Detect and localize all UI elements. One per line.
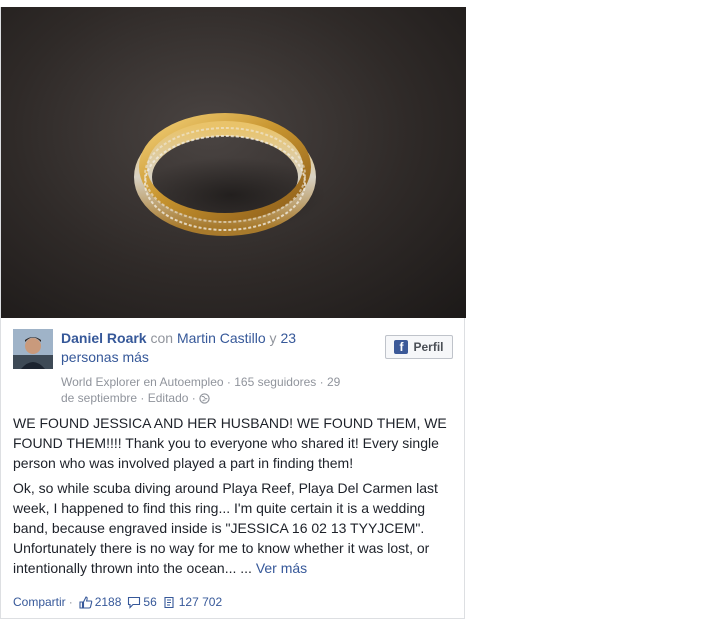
followers-count: 165 seguidores: [234, 375, 317, 389]
in-word: en: [143, 375, 157, 389]
shares-count: 127 702: [178, 595, 223, 609]
see-more-link[interactable]: Ver más: [256, 560, 307, 576]
ellipsis: ...: [240, 560, 252, 576]
post-paragraph-1: WE FOUND JESSICA AND HER HUSBAND! WE FOU…: [13, 415, 447, 471]
thumbs-up-icon: [79, 595, 92, 609]
profile-button-label: Perfil: [413, 340, 444, 354]
globe-icon: [199, 392, 210, 408]
post-meta: World Explorer en Autoempleo · 165 segui…: [61, 374, 351, 408]
comment-icon: [128, 596, 141, 609]
page-name[interactable]: World Explorer: [61, 375, 140, 389]
comments-count: 56: [143, 595, 157, 609]
shares-stat[interactable]: 127 702: [163, 595, 222, 609]
with-word: con: [150, 330, 174, 346]
likes-stat[interactable]: 2188: [79, 595, 122, 609]
likes-count: 2188: [94, 595, 122, 609]
and-word: y: [269, 330, 277, 346]
post-footer: Compartir · 2188 56 127 702: [13, 595, 223, 609]
tagged-person[interactable]: Martin Castillo: [177, 330, 266, 346]
edited-label[interactable]: Editado: [148, 391, 189, 405]
post-photo[interactable]: [1, 7, 466, 318]
post-body: WE FOUND JESSICA AND HER HUSBAND! WE FOU…: [13, 413, 456, 583]
profile-button[interactable]: f Perfil: [385, 335, 453, 359]
post-attribution: Daniel Roark con Martin Castillo y 23 pe…: [61, 329, 351, 367]
post-card: Daniel Roark con Martin Castillo y 23 pe…: [0, 7, 466, 619]
author-name[interactable]: Daniel Roark: [61, 330, 147, 346]
share-icon: [164, 596, 174, 608]
avatar[interactable]: [13, 329, 53, 369]
post-header: Daniel Roark con Martin Castillo y 23 pe…: [13, 329, 454, 409]
gold-ring-image: [134, 113, 326, 236]
page-category[interactable]: Autoempleo: [160, 375, 224, 389]
comments-stat[interactable]: 56: [127, 595, 157, 609]
post-paragraph-2-text: Ok, so while scuba diving around Playa R…: [13, 480, 438, 576]
post-paragraph-2: Ok, so while scuba diving around Playa R…: [13, 478, 456, 578]
share-link[interactable]: Compartir: [13, 595, 66, 609]
facebook-f-icon: f: [394, 340, 409, 354]
